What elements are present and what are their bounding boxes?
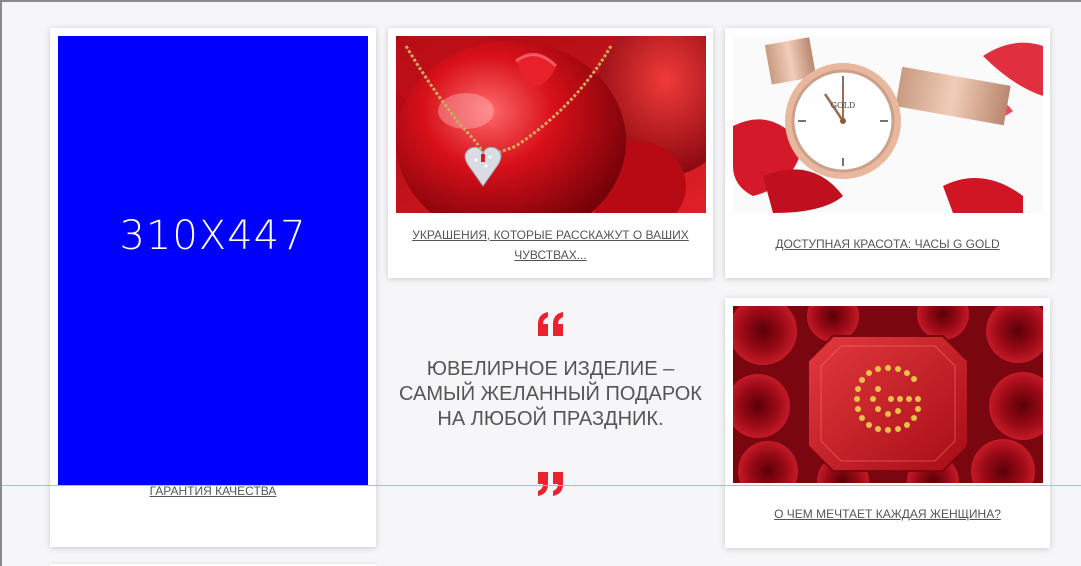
promo-card-box: О ЧЕМ МЕЧТАЕТ КАЖДАЯ ЖЕНЩИНА?: [725, 298, 1050, 548]
jewelry-box-image: [733, 306, 1043, 483]
quality-guarantee-link[interactable]: ГАРАНТИЯ КАЧЕСТВА: [50, 481, 376, 501]
promo-card-placeholder: 310X447 ГАРАНТИЯ КАЧЕСТВА: [50, 28, 376, 547]
open-quote-icon: [388, 312, 713, 341]
quote-text: ЮВЕЛИРНОЕ ИЗДЕЛИЕ – САМЫЙ ЖЕЛАННЫЙ ПОДАР…: [399, 358, 702, 430]
necklace-image: [396, 36, 706, 213]
g-gold-watch-link[interactable]: ДОСТУПНАЯ КРАСОТА: ЧАСЫ G GOLD: [725, 234, 1050, 254]
jewelry-feelings-link[interactable]: УКРАШЕНИЯ, КОТОРЫЕ РАССКАЖУТ О ВАШИХ ЧУВ…: [388, 225, 713, 265]
guide-line: [2, 485, 1081, 486]
promo-card-necklace: УКРАШЕНИЯ, КОТОРЫЕ РАССКАЖУТ О ВАШИХ ЧУВ…: [388, 28, 713, 278]
close-quote-icon: [388, 472, 713, 501]
promo-card-watch: GOLD ДОСТУПНАЯ КРАСОТА: ЧАСЫ G GOLD: [725, 28, 1050, 278]
every-woman-dream-link[interactable]: О ЧЕМ МЕЧТАЕТ КАЖДАЯ ЖЕНЩИНА?: [725, 504, 1050, 524]
watch-image: GOLD: [733, 36, 1043, 213]
watch-photo[interactable]: GOLD: [733, 36, 1043, 213]
necklace-photo[interactable]: [396, 36, 706, 213]
image-placeholder[interactable]: 310X447: [58, 36, 368, 485]
watch-dial-text: GOLD: [831, 101, 856, 110]
jewelry-box-photo[interactable]: [733, 306, 1043, 483]
placeholder-size-label: 310X447: [119, 212, 307, 259]
